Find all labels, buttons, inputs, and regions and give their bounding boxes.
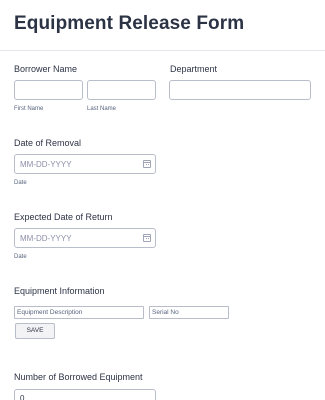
expected-return-sublabel: Date (14, 254, 27, 260)
expected-return-input[interactable]: MM-DD-YYYY (14, 228, 156, 248)
serial-no-input[interactable]: Serial No (149, 306, 229, 319)
borrowed-count-value: 0 (20, 394, 25, 400)
last-name-sublabel: Last Name (87, 106, 117, 112)
borrower-name-label: Borrower Name (14, 64, 78, 74)
date-of-removal-placeholder: MM-DD-YYYY (20, 160, 72, 169)
last-name-input[interactable] (87, 80, 156, 100)
expected-return-label: Expected Date of Return (14, 212, 113, 222)
department-label: Department (170, 64, 218, 74)
expected-return-placeholder: MM-DD-YYYY (20, 234, 72, 243)
borrowed-count-label: Number of Borrowed Equipment (14, 372, 143, 382)
serial-no-placeholder: Serial No (152, 309, 179, 316)
save-button[interactable]: SAVE (15, 323, 55, 339)
first-name-sublabel: First Name (14, 106, 44, 112)
form-title: Equipment Release Form (14, 13, 245, 34)
calendar-icon[interactable] (143, 160, 151, 168)
date-of-removal-input[interactable]: MM-DD-YYYY (14, 154, 156, 174)
date-of-removal-label: Date of Removal (14, 138, 82, 148)
equipment-description-input[interactable]: Equipment Description (14, 306, 144, 319)
department-input[interactable] (169, 80, 311, 100)
first-name-input[interactable] (14, 80, 83, 100)
form-header: Equipment Release Form (0, 0, 325, 51)
borrowed-count-input[interactable]: 0 (14, 389, 156, 400)
equipment-information-label: Equipment Information (14, 286, 105, 296)
calendar-icon[interactable] (143, 234, 151, 242)
equipment-description-placeholder: Equipment Description (17, 309, 83, 316)
date-of-removal-sublabel: Date (14, 180, 27, 186)
